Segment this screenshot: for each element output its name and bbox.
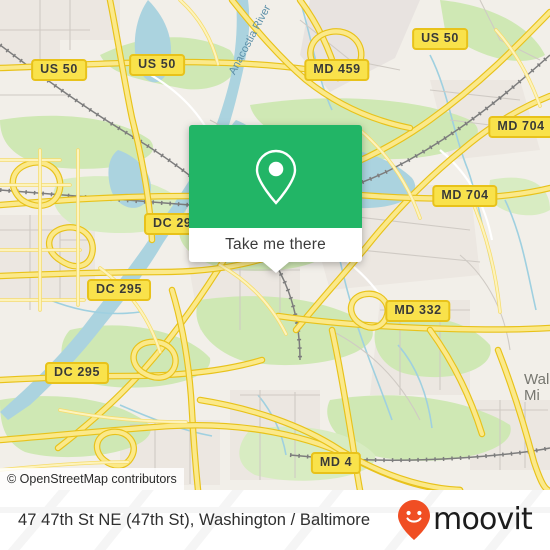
popup-header xyxy=(189,125,362,228)
place-label-line2: Mi xyxy=(524,387,540,404)
address-label: 47 47th St NE (47th St), Washington / Ba… xyxy=(18,510,371,529)
osm-attribution[interactable]: © OpenStreetMap contributors xyxy=(0,468,184,490)
osm-attribution-text: © OpenStreetMap contributors xyxy=(7,472,177,486)
highway-shield: US 50 xyxy=(129,54,185,76)
footer-bar: 47 47th St NE (47th St), Washington / Ba… xyxy=(0,490,550,550)
highway-shield: US 50 xyxy=(412,28,468,50)
highway-shield: US 50 xyxy=(31,59,87,81)
highway-shield: DC 295 xyxy=(87,279,151,301)
highway-shield: MD 704 xyxy=(432,185,498,207)
take-me-there-label: Take me there xyxy=(225,236,326,253)
highway-shield: DC 295 xyxy=(45,362,109,384)
highway-shield: MD 459 xyxy=(304,59,370,81)
location-popup-card[interactable]: Take me there xyxy=(189,125,362,273)
highway-shield: MD 704 xyxy=(488,116,550,138)
place-label-line1: Walk xyxy=(524,371,550,388)
place-label: Walk Mi xyxy=(524,372,550,404)
highway-shield: MD 4 xyxy=(310,452,362,474)
take-me-there-button[interactable]: Take me there xyxy=(189,228,362,262)
moovit-map-screenshot: .park { fill:#cfe8b4; } .park2 { fill:#d… xyxy=(0,0,550,550)
moovit-logo[interactable]: moovit xyxy=(397,499,533,541)
moovit-pin-smile-icon xyxy=(398,500,431,540)
highway-shield: MD 332 xyxy=(385,300,451,322)
popup-pointer-tail xyxy=(262,262,289,273)
map-pin-icon xyxy=(255,149,296,205)
moovit-wordmark: moovit xyxy=(433,502,533,537)
